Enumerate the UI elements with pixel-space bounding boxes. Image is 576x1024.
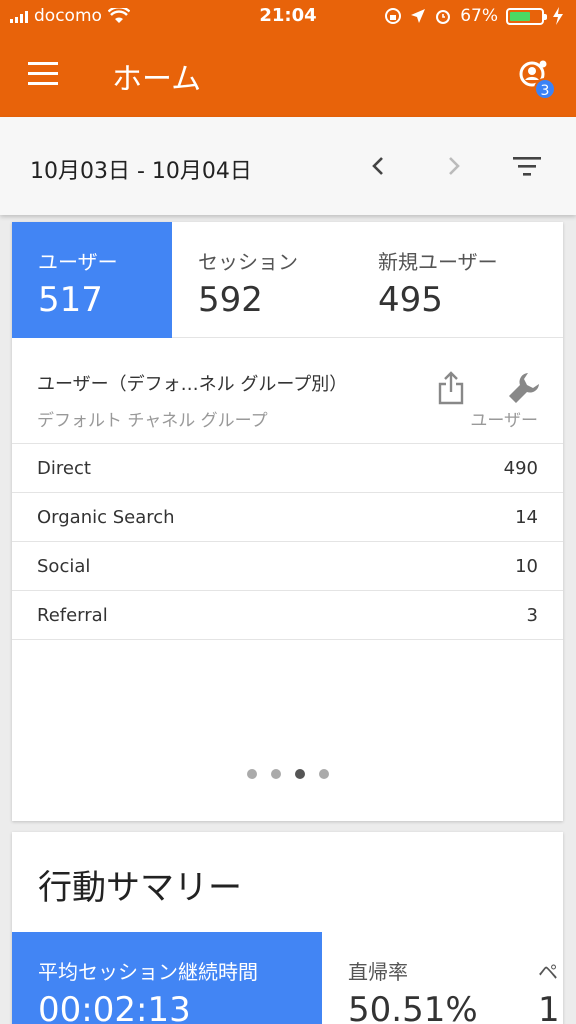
tab-sessions[interactable]: セッション 592 [172, 222, 352, 338]
row-value: 3 [526, 605, 538, 626]
page-dot[interactable] [246, 769, 257, 779]
bounce-rate-label: 直帰率 [348, 960, 408, 984]
tab-pages-per-session[interactable]: ペ 1 [512, 932, 563, 1024]
summary-title: 行動サマリー [38, 868, 242, 908]
page-title: ホーム [112, 62, 202, 97]
row-value: 10 [515, 556, 538, 577]
notification-badge: 3 [534, 78, 556, 100]
tab-new-users-value: 495 [378, 280, 443, 320]
tab-sessions-label: セッション [198, 250, 298, 274]
menu-button[interactable] [28, 62, 58, 86]
filter-icon[interactable] [510, 149, 544, 183]
metric-tabs: ユーザー 517 セッション 592 新規ユーザー 495 [12, 222, 563, 338]
row-name: Organic Search [37, 507, 175, 528]
table-title: ユーザー（デフォ…ネル グループ別） [37, 374, 348, 395]
page-dot[interactable] [270, 769, 281, 779]
pages-per-session-label: ペ [538, 960, 558, 984]
orientation-lock-icon [385, 8, 402, 24]
row-name: Direct [37, 458, 91, 479]
dimension-header: デフォルト チャネル グループ [37, 411, 268, 431]
tab-new-users[interactable]: 新規ユーザー 495 [352, 222, 563, 338]
row-value: 14 [515, 507, 538, 528]
chevron-left-icon[interactable] [362, 149, 396, 183]
row-name: Social [37, 556, 91, 577]
page-dot[interactable] [294, 769, 305, 779]
tab-sessions-value: 592 [198, 280, 263, 320]
wrench-icon[interactable] [506, 370, 542, 406]
behavior-summary-card: 行動サマリー 平均セッション継続時間 00:02:13 直帰率 50.51% ペ… [12, 832, 563, 1024]
tab-users-label: ユーザー [38, 250, 118, 274]
pages-per-session-value: 1 [538, 990, 560, 1024]
table-row[interactable]: Direct 490 [12, 443, 563, 492]
alarm-icon [436, 10, 451, 24]
status-bar: docomo 21:04 67% [0, 0, 576, 34]
battery-percent: 67% [460, 6, 498, 26]
date-range-label[interactable]: 10月03日 - 10月04日 [30, 153, 252, 185]
page-dot[interactable] [318, 769, 329, 779]
tab-users-value: 517 [38, 280, 103, 320]
table-divider [12, 639, 563, 640]
location-icon [411, 9, 426, 23]
app-bar: docomo 21:04 67% ホーム 3 [0, 0, 576, 117]
avg-session-duration-label: 平均セッション継続時間 [38, 960, 258, 984]
tab-users[interactable]: ユーザー 517 [12, 222, 172, 338]
charging-icon [553, 7, 563, 25]
battery-icon [506, 7, 547, 25]
date-range-bar: 10月03日 - 10月04日 [0, 117, 576, 215]
metric-header: ユーザー [470, 411, 538, 431]
row-value: 490 [503, 458, 538, 479]
tab-new-users-label: 新規ユーザー [378, 250, 498, 274]
tab-avg-session-duration[interactable]: 平均セッション継続時間 00:02:13 [12, 932, 322, 1024]
table-row[interactable]: Referral 3 [12, 590, 563, 639]
status-right: 67% [384, 6, 564, 26]
users-card: ユーザー 517 セッション 592 新規ユーザー 495 ユーザー（デフォ…ネ… [12, 222, 563, 821]
bounce-rate-value: 50.51% [348, 990, 478, 1024]
tab-bounce-rate[interactable]: 直帰率 50.51% [322, 932, 512, 1024]
share-icon[interactable] [436, 370, 466, 406]
table-row[interactable]: Social 10 [12, 541, 563, 590]
avg-session-duration-value: 00:02:13 [38, 990, 191, 1024]
table-row[interactable]: Organic Search 14 [12, 492, 563, 541]
row-name: Referral [37, 605, 108, 626]
chevron-right-icon[interactable] [436, 149, 470, 183]
page-indicator [12, 769, 563, 779]
battery-level [510, 11, 530, 21]
